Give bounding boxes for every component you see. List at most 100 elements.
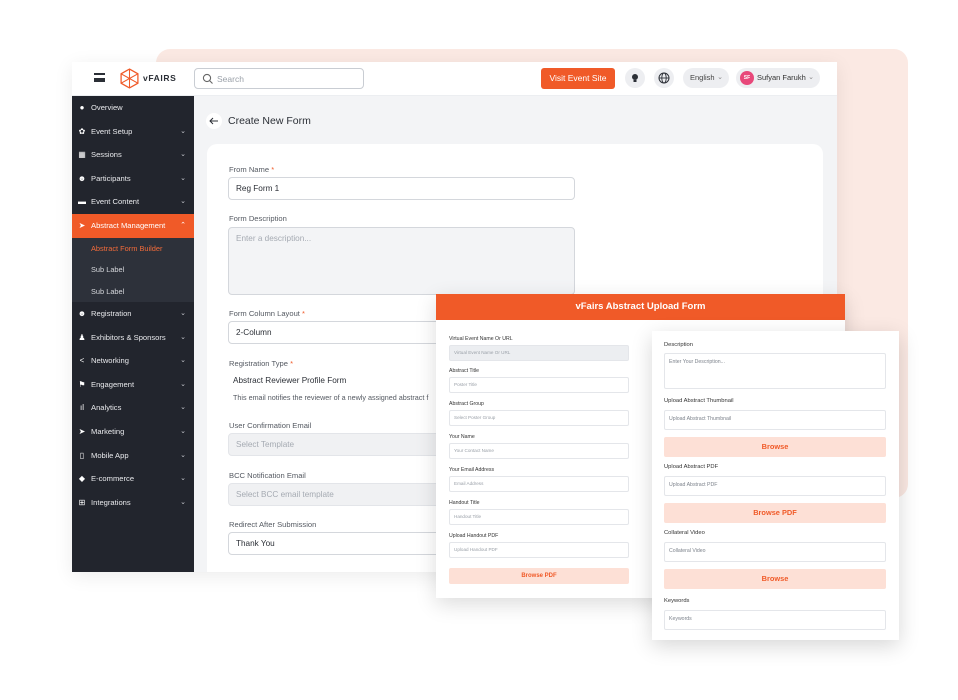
preview-handout-title-field[interactable]: Handout Title <box>449 509 629 525</box>
sidebar-item-label: Participants <box>91 173 131 183</box>
visit-event-site-button[interactable]: Visit Event Site <box>541 68 615 89</box>
people-icon: ☻ <box>77 173 87 183</box>
sidebar-item-networking[interactable]: < Networking ⌄ <box>72 349 194 373</box>
bcc-email-label: BCC Notification Email <box>229 471 306 480</box>
sidebar-item-label: Registration <box>91 309 132 319</box>
preview-name-field[interactable]: Your Contact Name <box>449 443 629 459</box>
sidebar-item-analytics[interactable]: ıl Analytics ⌄ <box>72 396 194 420</box>
thumbnail-field[interactable]: Upload Abstract Thumbnail <box>664 410 886 430</box>
preview-field-label: Handout Title <box>449 500 480 506</box>
abstract-upload-preview-right: Description Enter Your Description... Up… <box>652 331 899 640</box>
sidebar-item-event-setup[interactable]: ✿ Event Setup ⌄ <box>72 120 194 144</box>
sidebar-item-label: Engagement <box>91 379 135 389</box>
language-label: English <box>690 73 715 82</box>
sidebar-item-label: Analytics <box>91 403 122 413</box>
preview-field-label: Upload Handout PDF <box>449 533 499 539</box>
sidebar-subitem[interactable]: Sub Label <box>72 280 194 303</box>
sidebar-item-label: Sessions <box>91 150 122 160</box>
browse-video-button[interactable]: Browse <box>664 569 886 589</box>
gear-icon: ✿ <box>78 126 86 136</box>
box-icon: ◆ <box>78 474 86 484</box>
user-menu[interactable]: SF Sufyan Farukh ⌄ <box>736 68 820 88</box>
registration-type-note: This email notifies the reviewer of a ne… <box>233 393 429 402</box>
globe-icon <box>658 72 670 84</box>
search-input[interactable]: Search <box>194 68 364 89</box>
description-field[interactable]: Enter a description... <box>228 227 575 295</box>
search-icon <box>202 73 213 84</box>
preview-field-label: Your Email Address <box>449 467 495 473</box>
chevron-down-icon: ⌄ <box>180 333 186 341</box>
sidebar-item-event-content[interactable]: ▬ Event Content ⌄ <box>72 190 194 214</box>
sidebar-item-label: Mobile App <box>91 450 129 460</box>
sidebar-item-label: Integrations <box>91 497 131 507</box>
info-icon: ● <box>79 103 85 112</box>
description-field[interactable]: Enter Your Description... <box>664 353 886 389</box>
description-label: Description <box>664 342 693 348</box>
arrow-left-icon <box>209 117 218 125</box>
browse-pdf-button[interactable]: Browse PDF <box>449 568 629 584</box>
preview-handout-pdf-field[interactable]: Upload Handout PDF <box>449 542 629 558</box>
chevron-down-icon: ⌄ <box>180 127 186 135</box>
preview-abstract-title-field[interactable]: Poster Title <box>449 377 629 393</box>
sidebar-item-label: E-commerce <box>91 474 135 484</box>
sidebar-item-engagement[interactable]: ⚑ Engagement ⌄ <box>72 373 194 397</box>
preview-email-field[interactable]: Email Address <box>449 476 629 492</box>
sidebar-item-label: Overview <box>91 103 123 112</box>
sidebar-item-label: Marketing <box>91 427 125 437</box>
abstract-pdf-label: Upload Abstract PDF <box>664 464 719 470</box>
folder-icon: ▬ <box>78 197 86 207</box>
sidebar-item-label: Event Content <box>91 197 140 207</box>
tips-button[interactable] <box>625 68 645 88</box>
browse-pdf-button[interactable]: Browse PDF <box>664 503 886 523</box>
thumbnail-label: Upload Abstract Thumbnail <box>664 398 734 404</box>
back-button[interactable] <box>206 113 222 129</box>
registration-type-value[interactable]: Abstract Reviewer Profile Form <box>233 376 346 385</box>
chevron-up-icon: ⌃ <box>180 221 186 229</box>
menu-icon[interactable] <box>94 73 105 82</box>
preview-event-name-field[interactable]: Virtual Event Name Or URL <box>449 345 629 361</box>
sidebar-item-marketing[interactable]: ➤ Marketing ⌄ <box>72 420 194 444</box>
chevron-down-icon: ⌄ <box>180 451 186 459</box>
preview-field-label: Abstract Title <box>449 368 479 374</box>
sidebar-item-sessions[interactable]: ▦ Sessions ⌄ <box>72 143 194 167</box>
chevron-down-icon: ⌄ <box>180 310 186 318</box>
chevron-down-icon: ⌄ <box>808 74 814 81</box>
chevron-down-icon: ⌄ <box>180 198 186 206</box>
lightbulb-icon <box>632 74 638 82</box>
preview-field-label: Virtual Event Name Or URL <box>449 336 513 342</box>
sidebar-item-mobile-app[interactable]: ▯ Mobile App ⌄ <box>72 444 194 468</box>
description-label: Form Description <box>229 214 287 223</box>
sidebar-item-label: Networking <box>91 356 129 366</box>
sidebar-item-participants[interactable]: ☻ Participants ⌄ <box>72 167 194 191</box>
preview-title: vFairs Abstract Upload Form <box>436 294 845 320</box>
redirect-label: Redirect After Submission <box>229 520 317 529</box>
chevron-down-icon: ⌄ <box>180 475 186 483</box>
sidebar-item-registration[interactable]: ☻ Registration ⌄ <box>72 302 194 326</box>
language-select[interactable]: English ⌄ <box>683 68 729 88</box>
sidebar-item-ecommerce[interactable]: ◆ E-commerce ⌄ <box>72 467 194 491</box>
column-layout-label: Form Column Layout * <box>229 309 305 318</box>
sidebar-item-integrations[interactable]: ⊞ Integrations ⌄ <box>72 491 194 515</box>
globe-button[interactable] <box>654 68 674 88</box>
abstract-pdf-field[interactable]: Upload Abstract PDF <box>664 476 886 496</box>
sidebar-item-exhibitors[interactable]: ♟ Exhibitors & Sponsors ⌄ <box>72 326 194 350</box>
sidebar-item-overview[interactable]: ● Overview <box>72 96 194 120</box>
registration-type-label: Registration Type * <box>229 359 294 368</box>
send-icon: ➤ <box>78 220 86 230</box>
sidebar-subitem-abstract-form-builder[interactable]: Abstract Form Builder <box>72 237 194 260</box>
browse-thumbnail-button[interactable]: Browse <box>664 437 886 457</box>
sidebar-item-label: Event Setup <box>91 126 133 136</box>
sidebar-subitem[interactable]: Sub Label <box>72 259 194 281</box>
preview-abstract-group-field[interactable]: Select Poster Group <box>449 410 629 426</box>
collateral-video-label: Collateral Video <box>664 530 705 536</box>
keywords-field[interactable]: Keywords <box>664 610 886 630</box>
chevron-down-icon: ⌄ <box>180 357 186 365</box>
sidebar-item-label: Abstract Management <box>91 220 166 230</box>
form-name-label: From Name * <box>229 165 275 174</box>
chevron-down-icon: ⌄ <box>717 74 723 81</box>
sidebar-item-abstract-management[interactable]: ➤ Abstract Management ⌃ <box>72 213 194 238</box>
phone-icon: ▯ <box>79 450 85 460</box>
keywords-label: Keywords <box>664 598 690 604</box>
collateral-video-field[interactable]: Collateral Video <box>664 542 886 562</box>
form-name-field[interactable]: Reg Form 1 <box>228 177 575 200</box>
